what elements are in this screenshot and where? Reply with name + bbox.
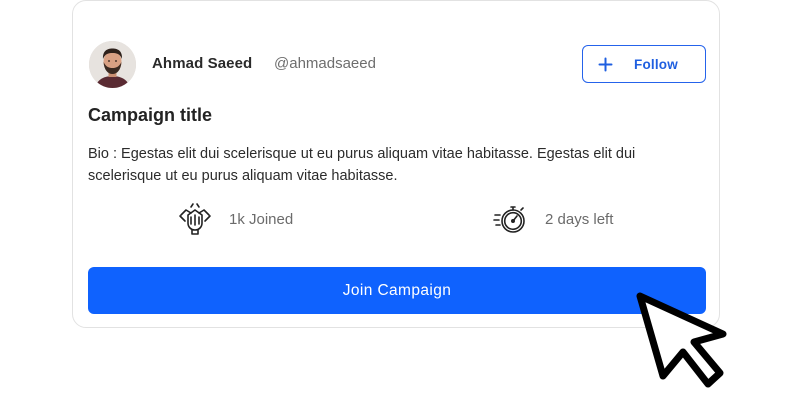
follow-button[interactable]: Follow: [582, 45, 706, 83]
joined-count: 1k Joined: [229, 210, 294, 228]
mouse-pointer-icon: [636, 292, 727, 388]
user-name[interactable]: Ahmad Saeed: [152, 55, 252, 72]
user-handle[interactable]: @ahmadsaeed: [274, 55, 376, 72]
joined-stat: 1k Joined: [177, 201, 293, 237]
campaign-card: Ahmad Saeed @ahmadsaeed Follow Campaign …: [72, 0, 720, 328]
user-avatar-photo: [89, 41, 136, 88]
time-left-stat: 2 days left: [493, 201, 613, 237]
join-campaign-button[interactable]: Join Campaign: [88, 267, 706, 314]
time-left-text: 2 days left: [545, 210, 614, 228]
campaign-title: Campaign title: [88, 105, 213, 125]
handshake-group-icon: [179, 203, 211, 235]
plus-icon: [598, 57, 613, 72]
stopwatch-icon: [493, 206, 525, 233]
campaign-bio: Bio : Egestas elit dui scelerisque ut eu…: [88, 146, 636, 184]
user-avatar[interactable]: [89, 41, 136, 88]
join-campaign-label: Join Campaign: [342, 281, 452, 299]
follow-label: Follow: [634, 57, 678, 72]
